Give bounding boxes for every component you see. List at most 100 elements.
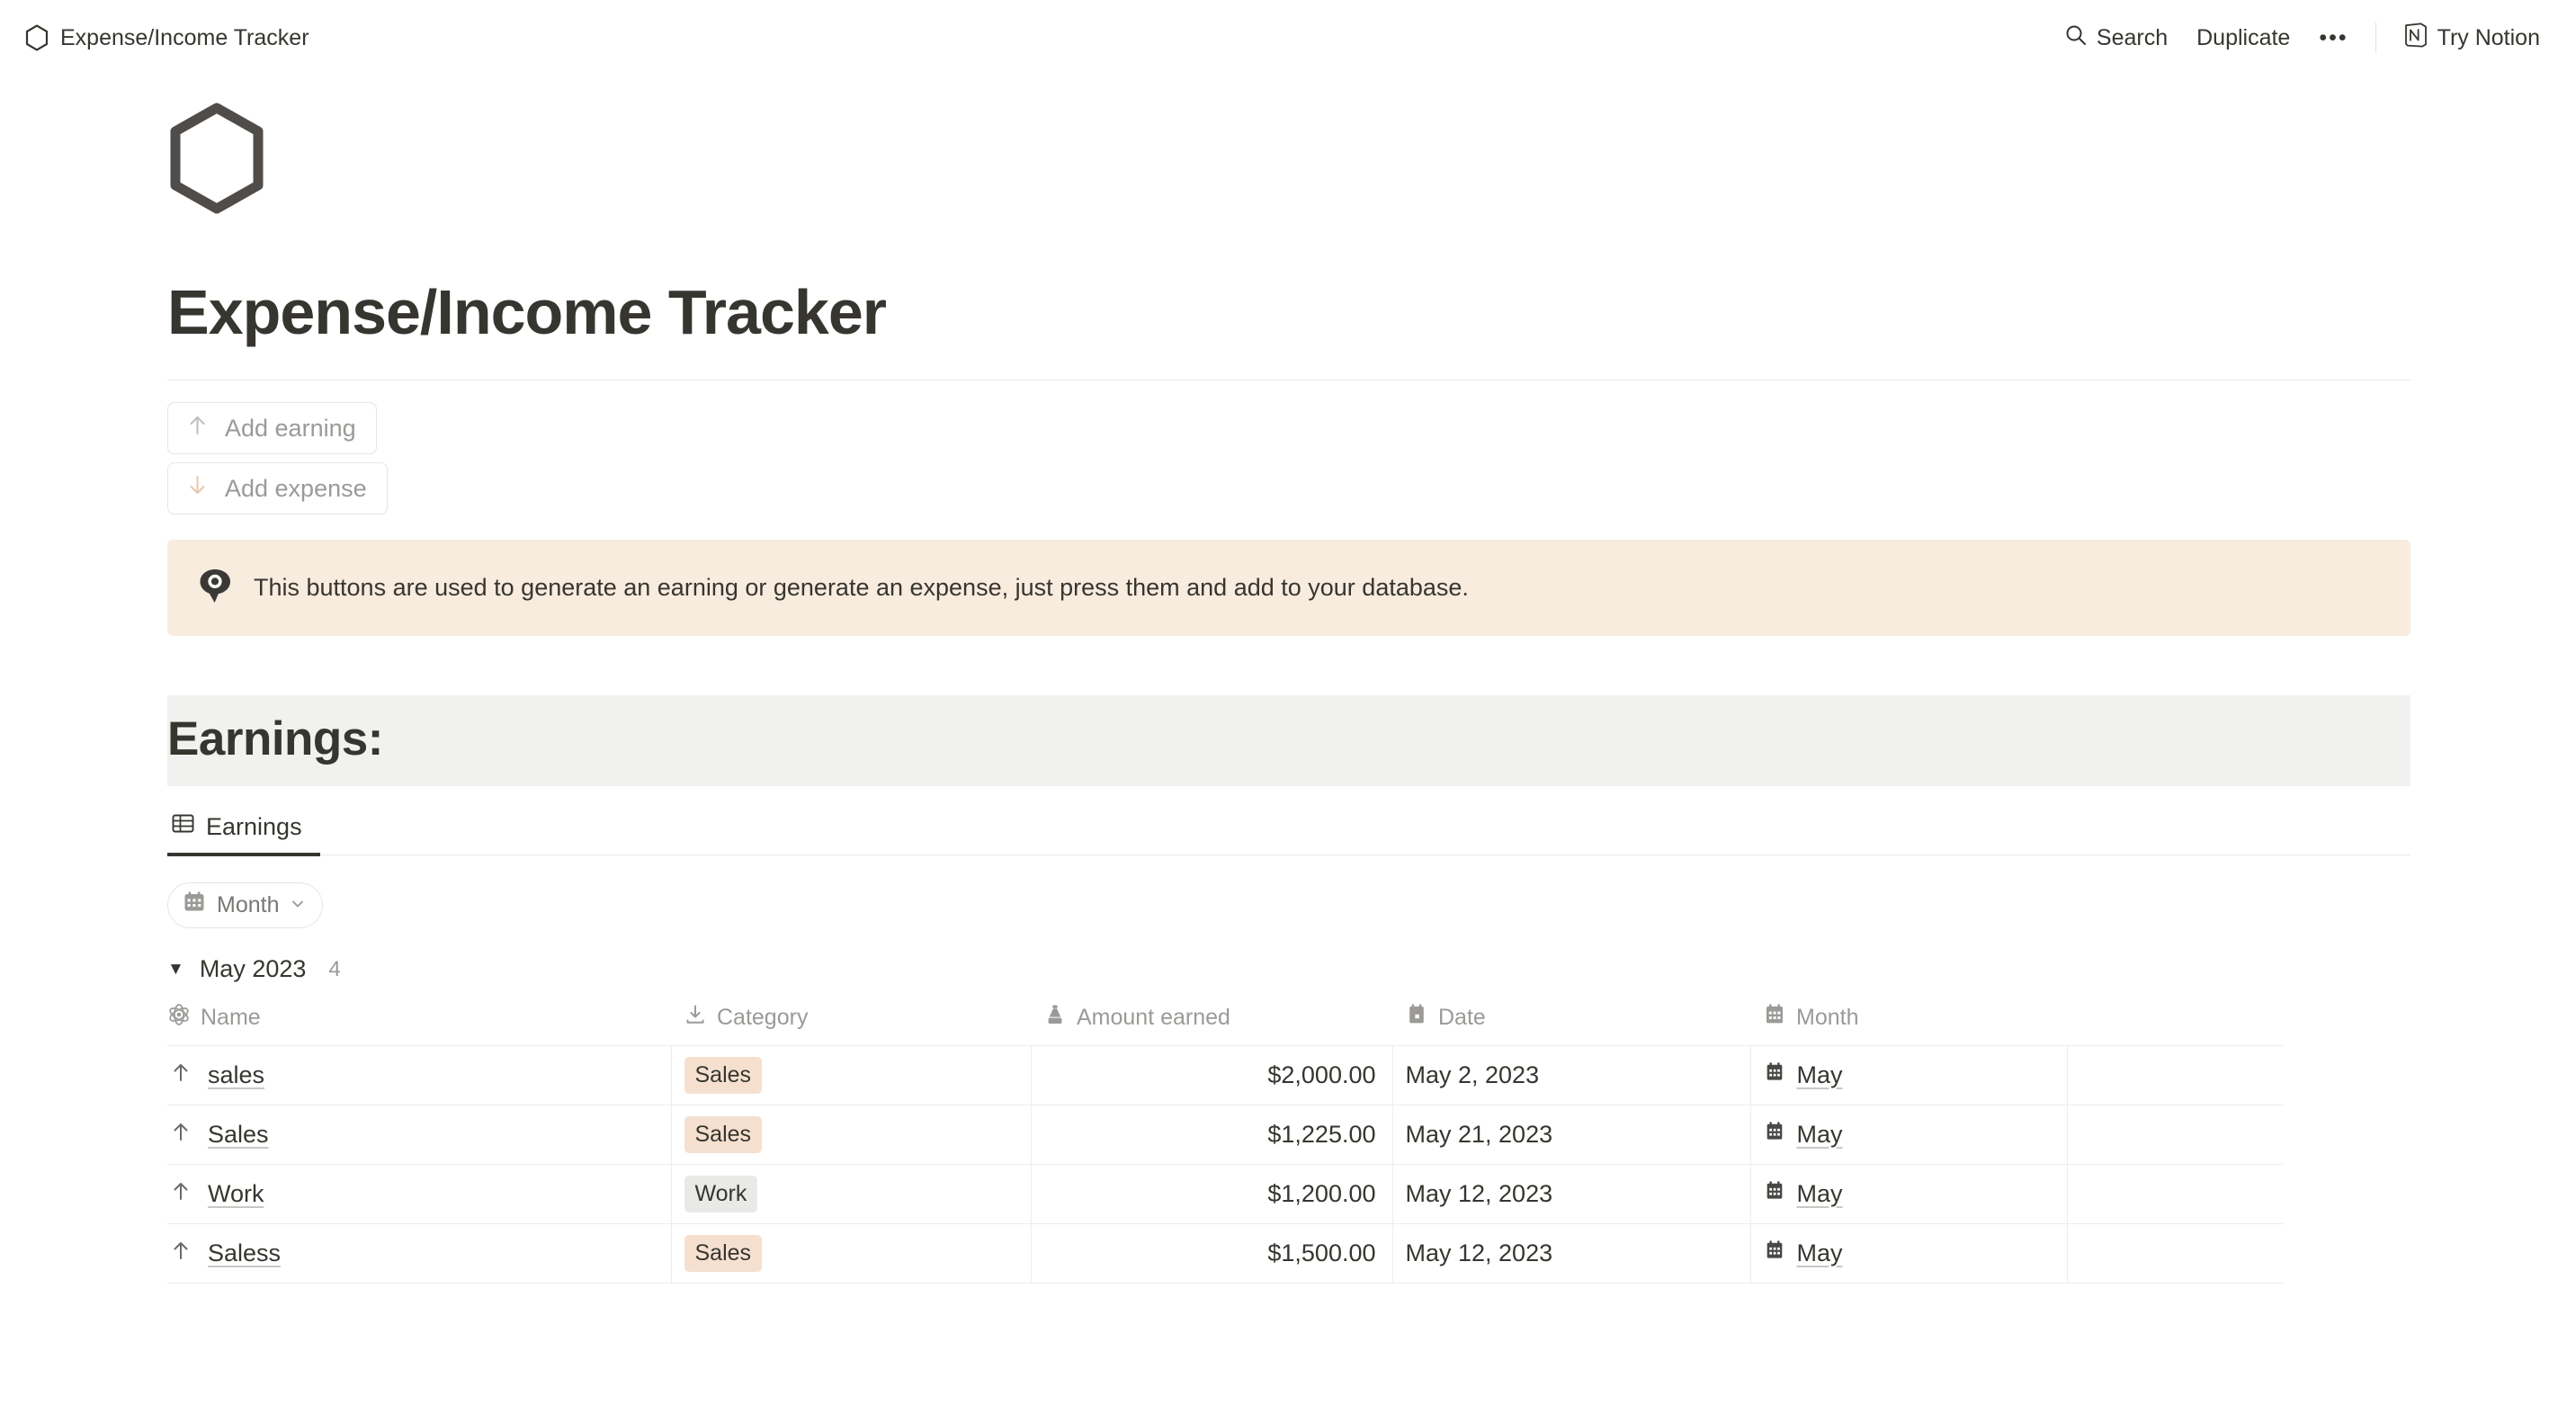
cell-date[interactable]: May 21, 2023 — [1392, 1105, 1751, 1165]
toolbar-divider — [2375, 22, 2376, 53]
top-bar: Expense/Income Tracker Search Duplicate … — [0, 0, 2576, 76]
cell-name[interactable]: sales — [167, 1045, 672, 1105]
tab-earnings[interactable]: Earnings — [167, 806, 320, 856]
atom-icon — [167, 1003, 191, 1033]
category-tag: Sales — [684, 1234, 763, 1273]
row-name-link[interactable]: Sales — [208, 1121, 269, 1149]
more-options-button[interactable]: ••• — [2304, 20, 2362, 57]
cell-month[interactable]: May — [1750, 1105, 2068, 1165]
column-header-name[interactable]: Name — [167, 1003, 671, 1046]
row-name-link[interactable]: sales — [208, 1061, 264, 1089]
hexagon-page-icon — [25, 24, 49, 51]
cell-name[interactable]: Saless — [167, 1223, 672, 1284]
cell-empty — [2067, 1045, 2283, 1105]
search-label: Search — [2096, 24, 2169, 50]
column-header-amount-label: Amount earned — [1077, 1005, 1230, 1030]
add-expense-button[interactable]: Add expense — [167, 462, 388, 515]
cell-date[interactable]: May 12, 2023 — [1392, 1164, 1751, 1224]
search-button[interactable]: Search — [2050, 18, 2182, 58]
row-month-link[interactable]: May — [1797, 1121, 1843, 1149]
add-expense-label: Add expense — [225, 474, 367, 502]
cell-empty — [2067, 1223, 2283, 1284]
callout-text: This buttons are used to generate an ear… — [254, 573, 1469, 601]
calendar-grid-icon — [1764, 1180, 1785, 1208]
filter-label: Month — [217, 892, 280, 917]
collapse-caret-icon[interactable]: ▼ — [167, 961, 184, 978]
column-header-amount[interactable]: Amount earned — [1031, 1003, 1392, 1046]
page-content: Expense/Income Tracker Add earning Add e… — [167, 76, 2411, 1284]
top-bar-left[interactable]: Expense/Income Tracker — [25, 24, 309, 51]
table-header-row: Name Category Amount earned Date Month — [167, 1003, 2283, 1046]
action-buttons: Add earning Add expense — [167, 402, 2411, 515]
arrow-down-icon — [185, 473, 210, 504]
group-label: May 2023 — [199, 955, 307, 982]
section-heading: Earnings: — [167, 712, 383, 765]
cell-amount[interactable]: $1,200.00 — [1031, 1164, 1393, 1224]
table-row[interactable]: sales Sales $2,000.00 May 2, 2023 May — [167, 1045, 2283, 1105]
chevron-down-icon — [290, 892, 306, 918]
cell-category[interactable]: Sales — [671, 1105, 1032, 1165]
column-header-date-label: Date — [1438, 1005, 1486, 1030]
try-notion-label: Try Notion — [2437, 24, 2540, 50]
search-icon — [2064, 23, 2088, 53]
row-month-link[interactable]: May — [1797, 1180, 1843, 1208]
cell-date[interactable]: May 12, 2023 — [1392, 1223, 1751, 1284]
group-header[interactable]: ▼ May 2023 4 — [167, 955, 2411, 983]
page-cover-icon[interactable] — [167, 76, 2411, 219]
duplicate-label: Duplicate — [2196, 24, 2291, 50]
cell-date[interactable]: May 2, 2023 — [1392, 1045, 1751, 1105]
page-body: Expense/Income Tracker Add earning Add e… — [0, 76, 2576, 1284]
cell-month[interactable]: May — [1750, 1045, 2068, 1105]
category-tag: Work — [684, 1175, 758, 1213]
calendar-grid-icon — [1764, 1121, 1785, 1149]
try-notion-button[interactable]: Try Notion — [2389, 16, 2554, 60]
group-by-month-filter[interactable]: Month — [167, 882, 324, 928]
cell-category[interactable]: Sales — [671, 1045, 1032, 1105]
arrow-up-icon — [169, 1179, 192, 1209]
cell-amount[interactable]: $1,500.00 — [1031, 1223, 1393, 1284]
row-month-link[interactable]: May — [1797, 1061, 1843, 1089]
flask-icon — [1043, 1003, 1067, 1033]
column-header-add[interactable] — [2067, 1003, 2283, 1046]
table-row[interactable]: Saless Sales $1,500.00 May 12, 2023 May — [167, 1223, 2283, 1284]
row-name-link[interactable]: Work — [208, 1180, 264, 1208]
table-icon — [171, 811, 195, 842]
column-header-month[interactable]: Month — [1750, 1003, 2067, 1046]
calendar-icon — [183, 890, 206, 920]
cell-name[interactable]: Sales — [167, 1105, 672, 1165]
calendar-grid-icon — [1763, 1003, 1786, 1033]
cell-empty — [2067, 1164, 2283, 1224]
cell-amount[interactable]: $1,225.00 — [1031, 1105, 1393, 1165]
table-header: Name Category Amount earned Date Month — [167, 1003, 2283, 1046]
tab-earnings-label: Earnings — [206, 812, 302, 840]
arrow-up-icon — [169, 1060, 192, 1090]
column-header-month-label: Month — [1796, 1005, 1859, 1030]
download-icon — [684, 1003, 707, 1033]
cell-name[interactable]: Work — [167, 1164, 672, 1224]
hexagon-icon — [170, 103, 264, 214]
callout-block: This buttons are used to generate an ear… — [167, 540, 2411, 636]
arrow-up-icon — [169, 1239, 192, 1268]
page-title: Expense/Income Tracker — [167, 277, 887, 347]
column-header-name-label: Name — [201, 1005, 261, 1030]
arrow-up-icon — [169, 1120, 192, 1150]
column-header-date[interactable]: Date — [1392, 1003, 1750, 1046]
database-tabs: Earnings — [167, 806, 2411, 856]
add-earning-button[interactable]: Add earning — [167, 402, 377, 454]
table-row[interactable]: Sales Sales $1,225.00 May 21, 2023 May — [167, 1105, 2283, 1165]
cell-category[interactable]: Sales — [671, 1223, 1032, 1284]
cell-amount[interactable]: $2,000.00 — [1031, 1045, 1393, 1105]
category-tag: Sales — [684, 1115, 763, 1154]
group-count: 4 — [328, 956, 341, 981]
cell-month[interactable]: May — [1750, 1223, 2068, 1284]
row-month-link[interactable]: May — [1797, 1239, 1843, 1267]
calendar-grid-icon — [1764, 1061, 1785, 1089]
category-tag: Sales — [684, 1056, 763, 1095]
table-row[interactable]: Work Work $1,200.00 May 12, 2023 May — [167, 1164, 2283, 1224]
workspace-title: Expense/Income Tracker — [60, 24, 309, 50]
row-name-link[interactable]: Saless — [208, 1239, 281, 1267]
cell-month[interactable]: May — [1750, 1164, 2068, 1224]
cell-category[interactable]: Work — [671, 1164, 1032, 1224]
column-header-category[interactable]: Category — [671, 1003, 1031, 1046]
duplicate-button[interactable]: Duplicate — [2182, 20, 2304, 57]
